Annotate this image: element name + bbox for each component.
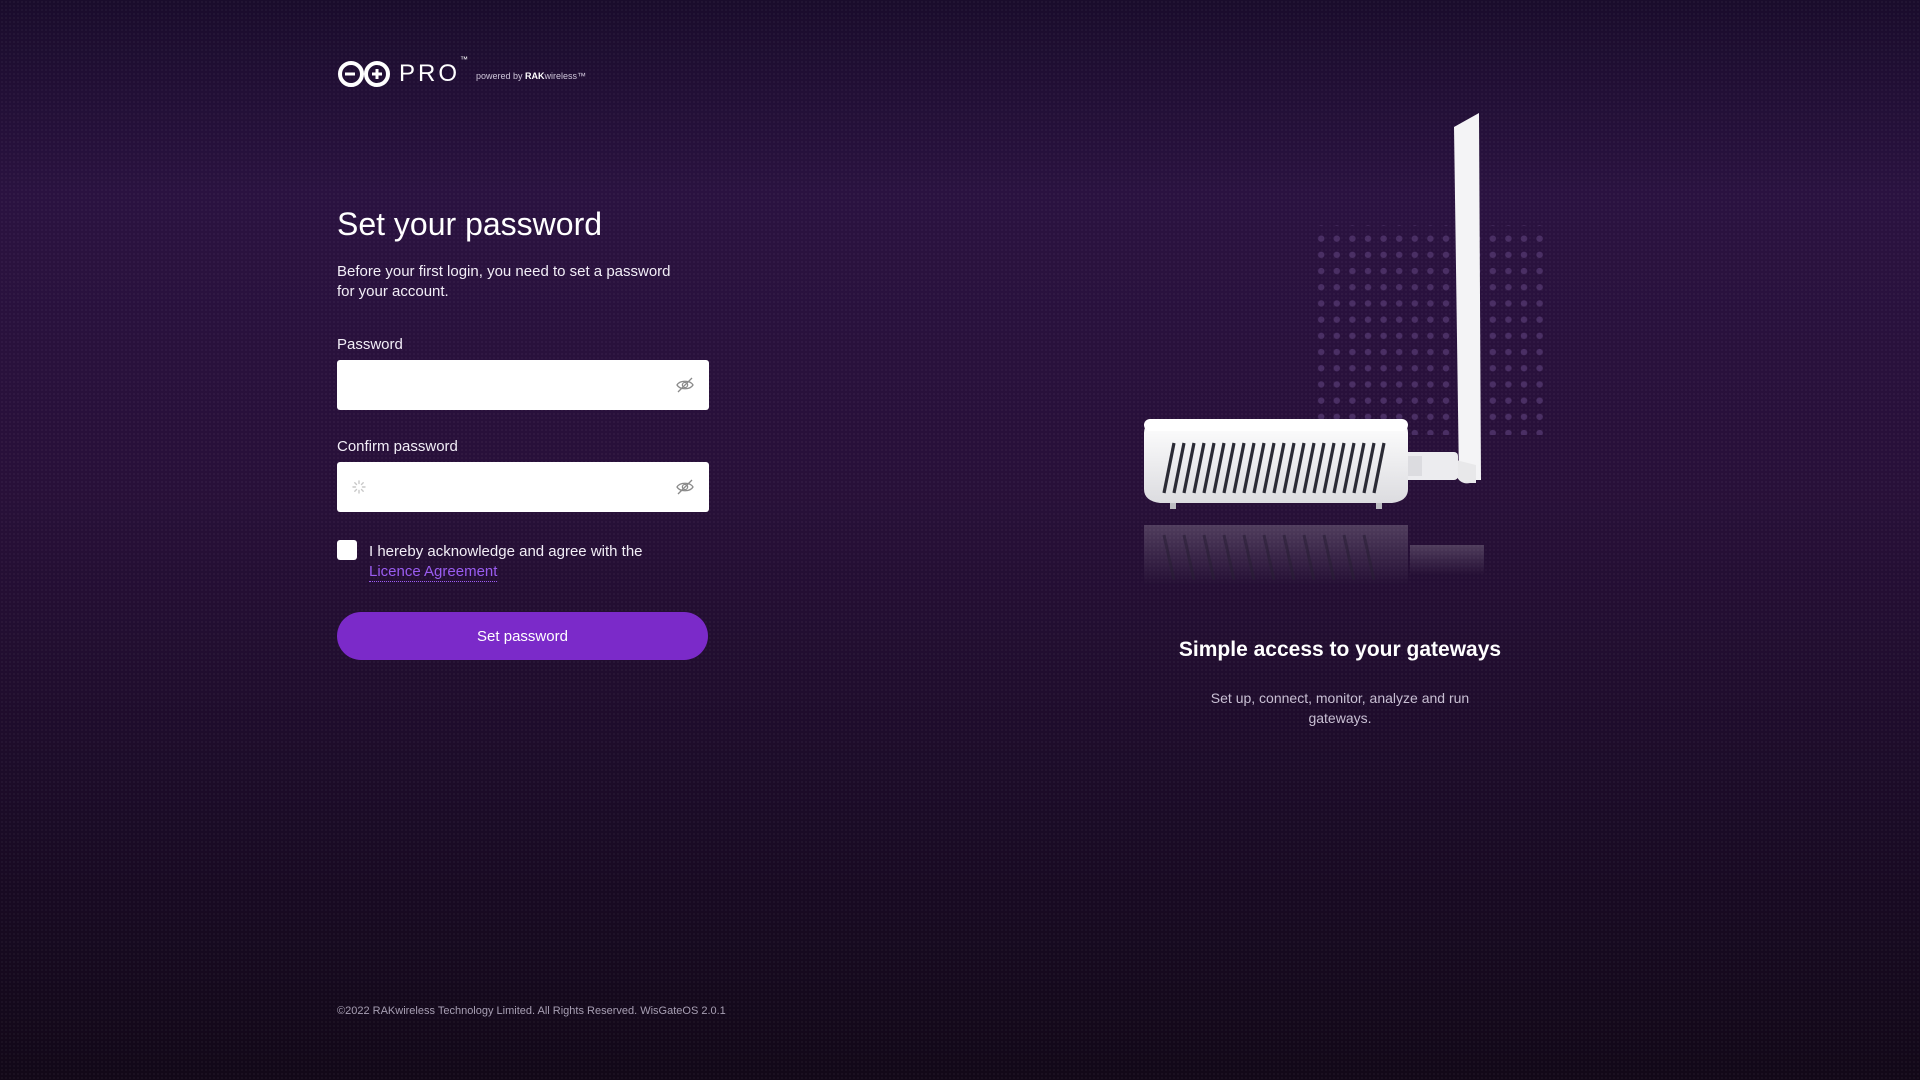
powered-by: powered by RAKwireless™ xyxy=(476,71,587,81)
password-form: Set your password Before your first logi… xyxy=(337,200,709,660)
arduino-infinity-icon xyxy=(338,61,390,87)
dot-grid-pattern xyxy=(1316,225,1544,435)
confirm-password-field-wrapper xyxy=(337,462,709,512)
background-texture xyxy=(0,0,1920,1080)
agree-text: I hereby acknowledge and agree with the … xyxy=(369,542,643,582)
agree-label: I hereby acknowledge and agree with the xyxy=(369,543,643,560)
page-title: Set your password xyxy=(337,206,603,242)
footer-copyright: ©2022 RAKwireless Technology Limited. Al… xyxy=(337,1005,726,1017)
confirm-password-label: Confirm password xyxy=(337,438,458,455)
hero-subtitle: Set up, connect, monitor, analyze and ru… xyxy=(1210,690,1470,726)
licence-agreement-row: I hereby acknowledge and agree with the … xyxy=(337,540,709,582)
password-field-wrapper xyxy=(337,360,709,410)
eye-off-icon[interactable] xyxy=(675,375,695,395)
hero-title: Simple access to your gateways xyxy=(1178,638,1502,661)
brand-logo: PRO™ powered by RAKwireless™ xyxy=(337,55,587,88)
loading-spinner-icon xyxy=(352,480,366,494)
eye-off-icon[interactable] xyxy=(675,477,695,497)
set-password-button[interactable]: Set password xyxy=(337,612,708,660)
product-name: PRO™ xyxy=(399,55,469,87)
password-label: Password xyxy=(337,336,403,353)
licence-agreement-link[interactable]: Licence Agreement xyxy=(369,563,498,582)
agree-checkbox[interactable] xyxy=(337,540,357,560)
gateway-illustration xyxy=(1144,113,1544,585)
gateway-reflection xyxy=(1144,525,1484,585)
page-subtitle: Before your first login, you need to set… xyxy=(337,263,671,300)
confirm-password-input[interactable] xyxy=(337,462,637,512)
password-input[interactable] xyxy=(337,360,637,410)
